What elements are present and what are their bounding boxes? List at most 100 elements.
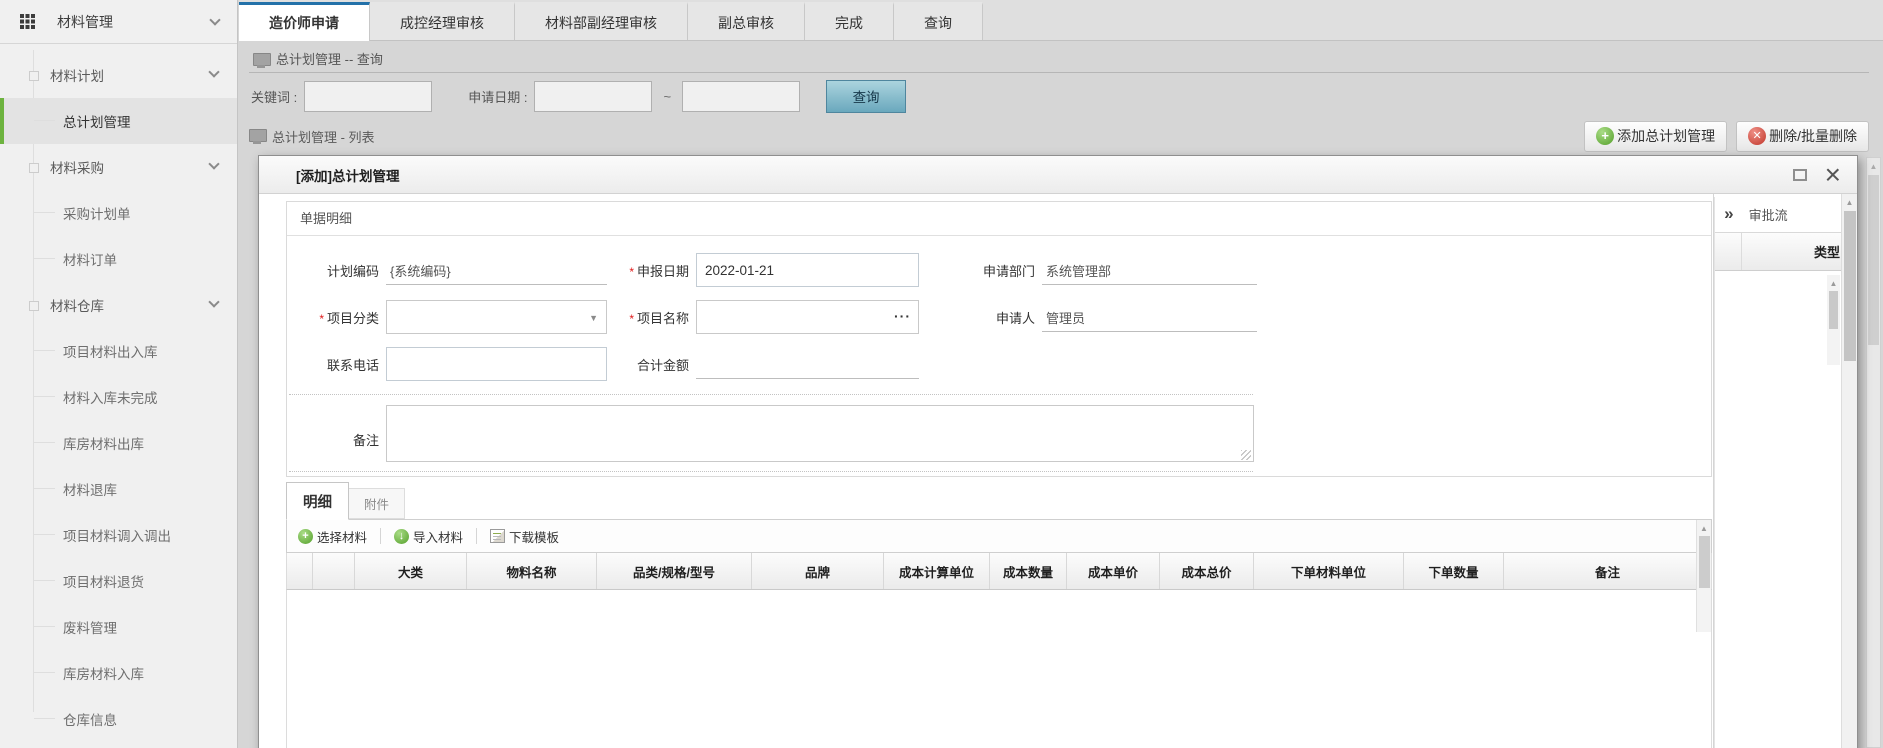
tab-deputy-gm-review[interactable]: 副总审核 <box>688 2 805 40</box>
tab-label: 造价师申请 <box>269 13 339 33</box>
keyword-input[interactable] <box>304 81 432 112</box>
approval-panel-header: » 审批流 <box>1715 197 1841 233</box>
grid-body <box>286 590 1712 748</box>
divider <box>380 528 381 544</box>
tab-attachment[interactable]: 附件 <box>349 488 405 519</box>
project-category-select[interactable]: ▼ <box>386 300 607 334</box>
declare-date-input[interactable] <box>696 253 919 287</box>
sidebar-item-procurement-plan-order[interactable]: 采购计划单 <box>0 190 237 236</box>
chevron-down-icon: ▼ <box>589 313 598 323</box>
sidebar-item-scrap-management[interactable]: 废料管理 <box>0 604 237 650</box>
project-name-label: *项目名称 <box>607 308 689 327</box>
divider <box>476 528 477 544</box>
date-range-separator: ~ <box>663 89 671 104</box>
sidebar-item-material-return[interactable]: 材料退库 <box>0 466 237 512</box>
delete-batch-button[interactable]: ✕ 删除/批量删除 <box>1736 121 1869 152</box>
dialog-scrollbar[interactable]: ▲ <box>1841 194 1857 748</box>
col-cost-total: 成本总价 <box>1160 553 1254 589</box>
col-category: 大类 <box>355 553 467 589</box>
sidebar-item-label: 材料退库 <box>63 479 117 499</box>
keyword-label: 关键词 : <box>251 87 297 106</box>
scrollbar-thumb[interactable] <box>1868 175 1879 345</box>
detail-tabbar: 明细 附件 <box>286 481 1713 519</box>
sidebar-item-project-material-in-out[interactable]: 项目材料出入库 <box>0 328 237 374</box>
tab-detail[interactable]: 明细 <box>286 482 349 520</box>
scrollbar-thumb[interactable] <box>1699 536 1710 588</box>
workflow-tabbar: 造价师申请 成控经理审核 材料部副经理审核 副总审核 完成 查询 <box>239 0 1883 41</box>
tab-cost-engineer-apply[interactable]: 造价师申请 <box>239 2 370 41</box>
close-icon[interactable]: × <box>1825 165 1841 185</box>
grid-menu-icon <box>20 14 35 29</box>
total-amount-label: 合计金额 <box>607 355 689 374</box>
tab-material-dept-deputy-review[interactable]: 材料部副经理审核 <box>515 2 688 40</box>
remark-textarea[interactable] <box>386 405 1254 462</box>
sidebar-item-project-material-return[interactable]: 项目材料退货 <box>0 558 237 604</box>
tab-cost-control-manager-review[interactable]: 成控经理审核 <box>370 2 515 40</box>
sidebar-item-project-material-transfer[interactable]: 项目材料调入调出 <box>0 512 237 558</box>
sidebar-item-master-plan-management[interactable]: 总计划管理 <box>0 98 237 144</box>
download-template-button[interactable]: 下载模板 <box>490 527 559 546</box>
plan-code-value: {系统编码} <box>386 256 607 285</box>
tab-label: 完成 <box>835 13 863 33</box>
required-asterisk: * <box>629 312 634 326</box>
tool-label: 选择材料 <box>317 527 367 546</box>
project-name-picker[interactable]: ··· <box>696 300 919 334</box>
project-category-label: *项目分类 <box>289 308 379 327</box>
search-button[interactable]: 查询 <box>826 80 906 113</box>
remark-label: 备注 <box>289 430 379 449</box>
approval-scrollbar[interactable]: ▲ <box>1827 275 1840 365</box>
sidebar-root-label: 材料管理 <box>57 12 211 32</box>
applicant-label: 申请人 <box>955 308 1035 327</box>
sidebar-item-material-order[interactable]: 材料订单 <box>0 236 237 282</box>
add-master-plan-button[interactable]: + 添加总计划管理 <box>1584 121 1727 152</box>
scroll-up-icon[interactable]: ▲ <box>1842 194 1857 207</box>
sidebar-item-warehouse-info[interactable]: 仓库信息 <box>0 696 237 742</box>
sidebar-item-material-procurement[interactable]: 材料采购 <box>0 144 237 190</box>
import-material-button[interactable]: ↓ 导入材料 <box>394 527 463 546</box>
approval-col-type: 类型 <box>1742 233 1841 270</box>
sidebar-item-warehouse-material-outbound[interactable]: 库房材料出库 <box>0 420 237 466</box>
sidebar-item-label: 材料订单 <box>63 249 117 269</box>
scroll-up-icon[interactable]: ▲ <box>1867 158 1880 171</box>
col-checkbox <box>287 553 313 589</box>
sidebar-item-material-plan[interactable]: 材料计划 <box>0 52 237 98</box>
scroll-up-icon[interactable]: ▲ <box>1827 275 1840 288</box>
plus-icon: + <box>1596 127 1614 145</box>
tab-label: 副总审核 <box>718 13 774 33</box>
tab-label: 材料部副经理审核 <box>545 13 657 33</box>
divider <box>289 471 1253 472</box>
grid-scrollbar[interactable]: ▲ <box>1696 520 1711 632</box>
sidebar-item-material-warehouse[interactable]: 材料仓库 <box>0 282 237 328</box>
sidebar-item-label: 废料管理 <box>63 617 117 637</box>
sidebar-tree: 材料计划 总计划管理 材料采购 采购计划单 材料订单 材料仓库 项目材料出入库 … <box>0 44 237 742</box>
tab-complete[interactable]: 完成 <box>805 2 894 40</box>
scrollbar-thumb[interactable] <box>1829 291 1838 329</box>
sidebar-item-label: 材料计划 <box>50 65 104 85</box>
sidebar-item-label: 总计划管理 <box>63 111 131 131</box>
col-cost-qty: 成本数量 <box>990 553 1067 589</box>
tab-query[interactable]: 查询 <box>894 2 983 40</box>
query-form: 关键词 : 申请日期 : ~ 查询 <box>239 73 1883 119</box>
ellipsis-icon[interactable]: ··· <box>894 308 911 324</box>
search-button-label: 查询 <box>853 86 880 106</box>
date-to-input[interactable] <box>682 81 800 112</box>
maximize-icon[interactable] <box>1793 169 1807 181</box>
sidebar-item-warehouse-material-inbound[interactable]: 库房材料入库 <box>0 650 237 696</box>
scrollbar-thumb[interactable] <box>1844 211 1856 361</box>
scroll-up-icon[interactable]: ▲ <box>1697 520 1711 533</box>
sidebar-item-material-inbound-incomplete[interactable]: 材料入库未完成 <box>0 374 237 420</box>
detail-toolbar: + 选择材料 ↓ 导入材料 下载模板 <box>286 519 1712 553</box>
apply-date-label: 申请日期 : <box>468 87 527 106</box>
sidebar-item-label: 材料入库未完成 <box>63 387 158 407</box>
page-scrollbar[interactable]: ▲ <box>1866 157 1881 748</box>
plan-code-label: 计划编码 <box>289 261 379 280</box>
date-from-input[interactable] <box>534 81 652 112</box>
sidebar-root-material-management[interactable]: 材料管理 <box>0 0 237 44</box>
declare-date-label: *申报日期 <box>607 261 689 280</box>
add-button-label: 添加总计划管理 <box>1617 126 1715 146</box>
contact-phone-input[interactable] <box>386 347 607 381</box>
collapse-panel-icon[interactable]: » <box>1724 204 1733 224</box>
dialog-title: [添加]总计划管理 <box>296 165 1793 185</box>
resize-handle-icon[interactable] <box>1241 450 1251 460</box>
select-material-button[interactable]: + 选择材料 <box>298 527 367 546</box>
